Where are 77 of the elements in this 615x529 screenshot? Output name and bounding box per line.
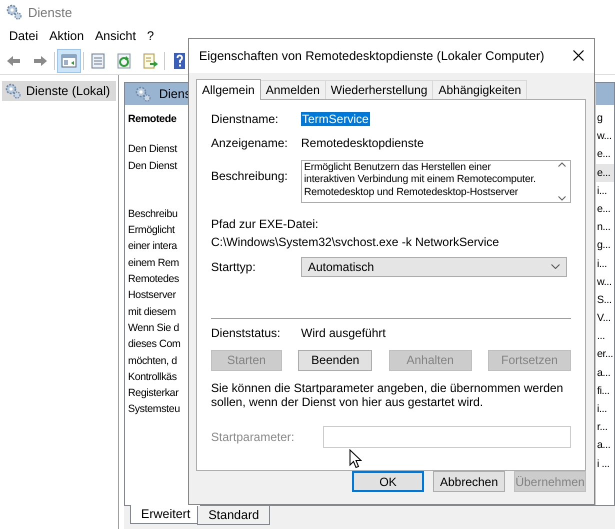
- exe-path-value: C:\Windows\System32\svchost.exe -k NetworkService: [211, 234, 500, 249]
- table-cell-text: e...: [596, 147, 612, 162]
- table-cell-text: i ...: [596, 456, 611, 472]
- field-label: Starttyp:: [211, 260, 257, 274]
- refresh-icon: [115, 52, 133, 70]
- display-name-value: Remotedesktopdienste: [301, 136, 424, 150]
- dialog-tab[interactable]: Abhängigkeiten: [432, 80, 528, 99]
- dialog-tab[interactable]: Allgemein: [196, 78, 261, 100]
- table-cell-text: i...: [596, 256, 608, 272]
- table-cell-text: er...: [596, 347, 614, 362]
- table-cell-text: a...: [596, 438, 612, 454]
- table-cell-text: a...: [596, 366, 612, 381]
- scroll-up-icon[interactable]: [558, 162, 566, 167]
- description-line: Ermöglicht: [128, 223, 175, 238]
- table-cell-text: S...: [596, 292, 613, 308]
- status-value: Wird ausgeführt: [301, 326, 386, 340]
- menu-item[interactable]: Ansicht: [90, 29, 142, 43]
- table-cell-text: fi...: [596, 384, 611, 399]
- toolbar-button[interactable]: [57, 49, 81, 73]
- close-icon[interactable]: [573, 50, 584, 62]
- gear-icon: [135, 86, 151, 102]
- description-line: Hostserver: [128, 288, 176, 304]
- field-label: Anzeigename:: [211, 136, 289, 150]
- tree-item[interactable]: Dienste (Lokal): [2, 81, 116, 101]
- description-line: Kontrollkäs: [128, 370, 177, 385]
- table-cell: e...: [596, 164, 614, 182]
- description-line: Beschreibu: [128, 206, 178, 222]
- gear-icon: [5, 83, 21, 99]
- description-line: dieses Com: [128, 337, 180, 352]
- menu-item[interactable]: Aktion: [44, 29, 90, 43]
- table-cell-text: ...: [596, 329, 606, 344]
- description-line: einem Rem: [128, 256, 179, 271]
- export-list-icon: [141, 52, 159, 70]
- app-gear-icon: [6, 4, 22, 20]
- table-cell-text: w...: [596, 129, 613, 144]
- service-link[interactable]: Den Dienst: [128, 158, 177, 174]
- description-line: einer intera: [128, 239, 177, 254]
- field-label: Dienstname:: [211, 112, 280, 126]
- description-line: Remotedes: [128, 272, 179, 288]
- service-name-value[interactable]: TermService: [301, 112, 370, 126]
- field-label: Beschreibung:: [211, 168, 289, 183]
- startup-type-dropdown[interactable]: Automatisch: [301, 256, 567, 277]
- chevron-down-icon: [551, 264, 560, 270]
- description-line: Wenn Sie d: [128, 320, 180, 336]
- dialog-button[interactable]: Abbrechen: [433, 471, 505, 492]
- description-line: mit diesem: [128, 304, 176, 320]
- description-line: Registerkar: [128, 386, 178, 402]
- table-cell-text: w...: [596, 274, 613, 290]
- table-cell-text: r...: [596, 420, 608, 436]
- dialog-button[interactable]: OK: [352, 471, 424, 492]
- table-cell-text: e...: [596, 202, 612, 217]
- description-box[interactable]: Ermöglicht Benutzern das Herstellen einer interaktiven Verbindung mit einem Remotecomputer. Remotedesktop und Remotedesktop-Hostserver: [301, 160, 571, 203]
- table-cell-text: i...: [596, 184, 608, 199]
- table-cell-text: n...: [596, 220, 612, 236]
- table-cell-text: i...: [596, 402, 608, 417]
- window-title: Dienste: [28, 4, 72, 20]
- table-cell-text: V...: [596, 311, 612, 326]
- menu-item[interactable]: ?: [142, 29, 160, 43]
- field-label: Startparameter:: [211, 430, 294, 444]
- field-label: Dienststatus:: [211, 326, 282, 340]
- service-button[interactable]: Beenden: [298, 350, 372, 371]
- dialog-title: Eigenschaften von Remotedesktopdienste (Lokaler Computer): [199, 48, 544, 63]
- description-line: Systemsteu: [128, 402, 180, 418]
- menu-item[interactable]: Datei: [4, 29, 44, 43]
- table-cell-text: g: [596, 111, 604, 126]
- description-line: möchten, d: [128, 354, 177, 369]
- dialog-tab[interactable]: Wiederherstellung: [324, 80, 434, 99]
- service-title: Remotede: [128, 112, 176, 127]
- console-tree-icon: [60, 52, 78, 70]
- properties-icon: [89, 52, 107, 70]
- scroll-down-icon[interactable]: [558, 196, 566, 201]
- view-tab[interactable]: Erweitert: [130, 505, 202, 524]
- view-tab[interactable]: Standard: [197, 506, 270, 525]
- service-link[interactable]: Den Dienst: [128, 141, 177, 158]
- field-label: Pfad zur EXE-Datei:: [211, 216, 320, 231]
- hint-text: Sie können die Startparameter angeben, die übernommen werden sollen, wenn der Dienst von hier aus gestartet wird.: [211, 380, 564, 409]
- table-cell-text: g...: [596, 238, 612, 254]
